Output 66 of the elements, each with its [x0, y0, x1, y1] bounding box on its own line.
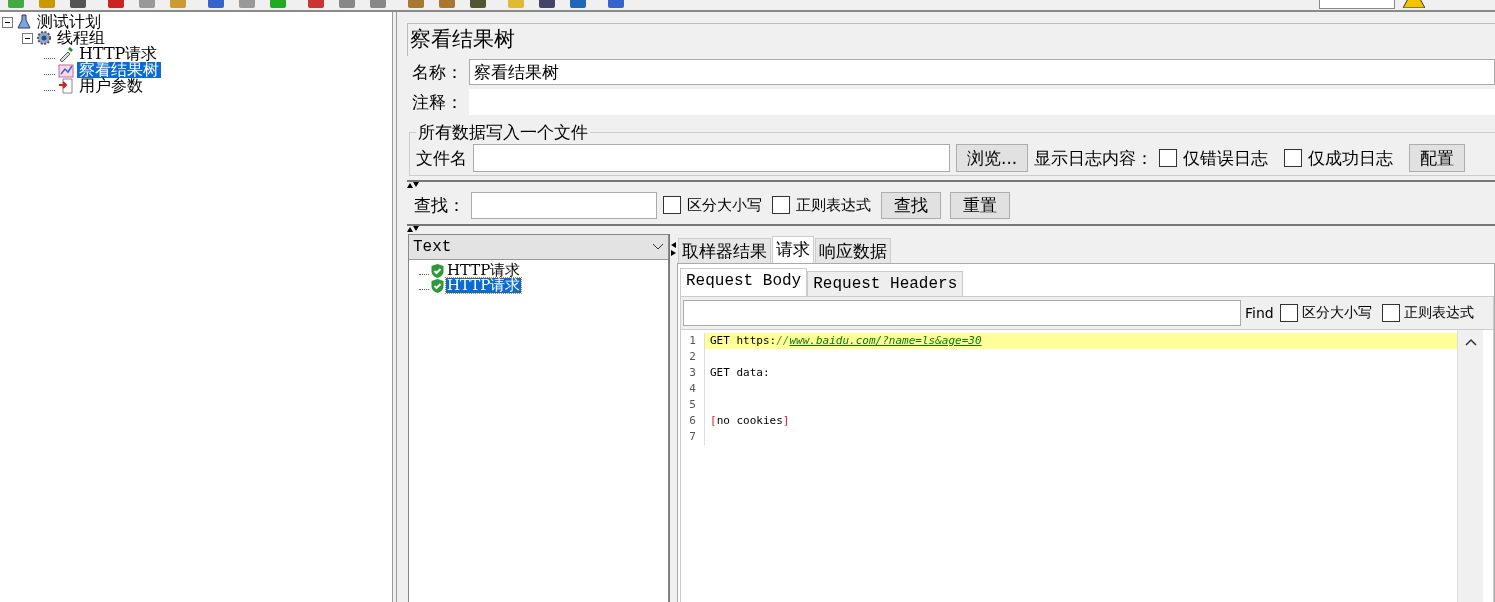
split-arrows-icon[interactable] [407, 226, 419, 232]
search-label: 查找： [414, 193, 465, 217]
split-arrows-icon[interactable] [407, 182, 419, 188]
tab[interactable]: Request Body [680, 268, 808, 296]
find-label: Find [1245, 305, 1274, 321]
tab[interactable]: 取样器结果 [678, 238, 771, 263]
name-field[interactable]: 察看结果树 [469, 59, 1495, 85]
chart-icon [58, 62, 74, 78]
log-content-label: 显示日志内容： [1034, 146, 1154, 170]
line-number: 4 [681, 381, 705, 397]
checkbox-label: 仅错误日志 [1183, 146, 1269, 170]
split-arrows-icon[interactable] [671, 242, 676, 256]
flask-icon [16, 14, 32, 30]
file-name-label: 文件名 [416, 146, 467, 170]
find-button[interactable]: 查找 [881, 191, 941, 219]
result-item[interactable]: HTTP请求 [446, 263, 522, 278]
tab[interactable]: 响应数据 [815, 238, 891, 263]
warning-icon[interactable] [1403, 0, 1425, 8]
configure-button[interactable]: 配置 [1409, 144, 1466, 172]
gear-icon [36, 30, 52, 46]
line-number: 2 [681, 349, 705, 365]
result-item[interactable]: HTTP请求 [446, 278, 522, 293]
tree-item[interactable]: 线程组 [55, 30, 107, 46]
checkbox[interactable] [663, 196, 681, 214]
comments-label: 注释： [412, 90, 463, 114]
checkbox-label: 仅成功日志 [1308, 146, 1394, 170]
tab[interactable]: Request Headers [807, 271, 964, 296]
shield-check-icon [431, 263, 444, 278]
find-field[interactable] [683, 300, 1241, 326]
checkbox[interactable] [772, 196, 790, 214]
checkbox[interactable] [1381, 304, 1400, 322]
reset-button[interactable]: 重置 [950, 191, 1010, 219]
line-number: 5 [681, 397, 705, 413]
checkbox[interactable] [1279, 304, 1298, 322]
file-name-field[interactable] [473, 144, 950, 172]
group-title: 所有数据写入一个文件 [417, 121, 589, 144]
checkbox-label: 区分大小写 [687, 195, 762, 215]
collapse-toggle[interactable] [2, 16, 13, 28]
checkbox[interactable] [1284, 149, 1303, 167]
panel-title: 察看结果树 [407, 23, 1495, 56]
scrollbar[interactable] [1457, 330, 1483, 602]
code-line: GET data: [709, 365, 771, 381]
tab[interactable]: 请求 [772, 236, 814, 263]
tree-item[interactable]: HTTP请求 [77, 46, 160, 62]
tree-item[interactable]: 察看结果树 [77, 62, 161, 78]
collapse-toggle[interactable] [22, 32, 33, 44]
line-number: 7 [681, 429, 705, 445]
pipette-icon [58, 46, 74, 62]
scroll-up-icon[interactable] [1464, 338, 1477, 346]
line-number: 3 [681, 365, 705, 381]
tree-item[interactable]: 用户参数 [77, 78, 145, 94]
checkbox-label: 区分大小写 [1301, 304, 1372, 322]
url-link[interactable]: www.baidu.com/?name=ls&age=30 [789, 334, 982, 347]
browse-button[interactable]: 浏览... [956, 144, 1029, 172]
tree-item[interactable]: 测试计划 [35, 14, 103, 30]
search-field[interactable] [471, 191, 657, 219]
code-line: [no cookies] [709, 413, 791, 429]
checkbox-label: 正则表达式 [796, 195, 871, 215]
document-arrow-icon [58, 78, 74, 94]
name-label: 名称： [412, 60, 463, 84]
shield-check-icon [431, 278, 444, 293]
checkbox-label: 正则表达式 [1403, 304, 1474, 322]
line-number: 6 [681, 413, 705, 429]
chevron-down-icon [652, 243, 664, 251]
checkbox[interactable] [1159, 149, 1178, 167]
renderer-dropdown[interactable]: Text [409, 235, 668, 260]
